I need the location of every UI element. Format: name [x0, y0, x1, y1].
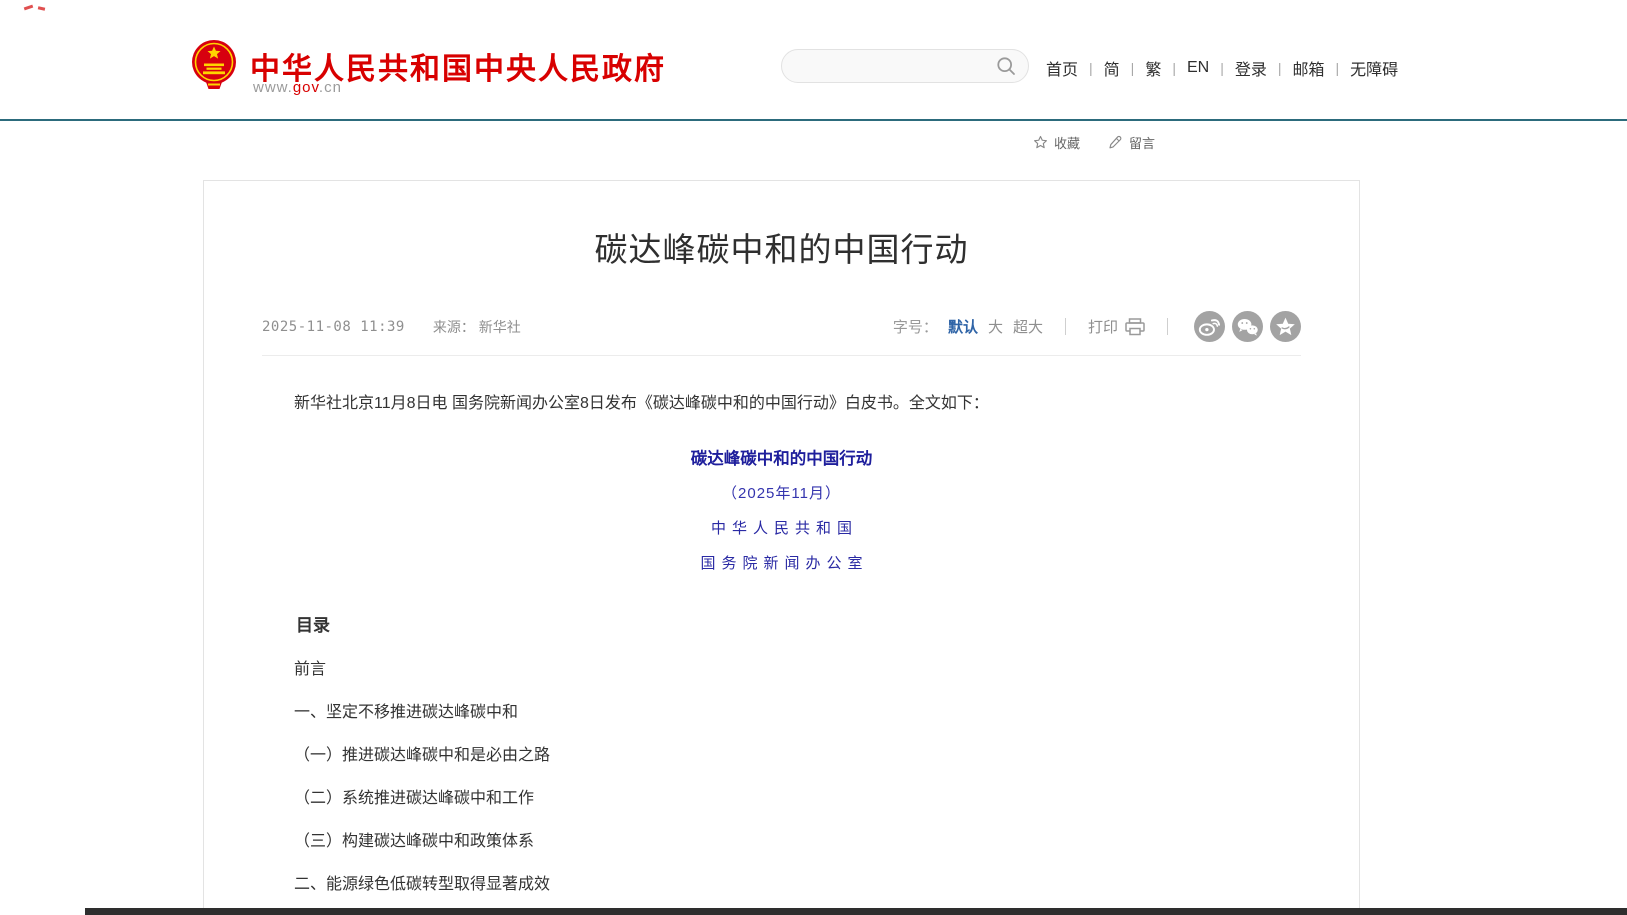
pencil-icon	[1108, 135, 1123, 150]
table-of-contents: 前言 一、坚定不移推进碳达峰碳中和 （一）推进碳达峰碳中和是必由之路 （二）系统…	[262, 660, 1301, 915]
nav-traditional-chinese[interactable]: 繁	[1145, 56, 1161, 80]
article-title: 碳达峰碳中和的中国行动	[262, 223, 1301, 271]
nav-mail[interactable]: 邮箱	[1293, 56, 1325, 80]
search-input[interactable]	[800, 58, 996, 74]
message-button[interactable]: 留言	[1108, 133, 1155, 152]
nav-separator: |	[1278, 60, 1282, 76]
article-meta-row: 2025-11-08 11:39 来源： 新华社 字号： 默认 大 超大 打印	[262, 311, 1301, 342]
nav-home[interactable]: 首页	[1046, 56, 1078, 80]
nav-separator: |	[1220, 60, 1224, 76]
print-button[interactable]: 打印	[1088, 316, 1145, 337]
toc-item: 一、坚定不移推进碳达峰碳中和	[262, 703, 1301, 722]
nav-english[interactable]: EN	[1187, 59, 1209, 77]
meta-vertical-divider	[1065, 318, 1066, 335]
search-box[interactable]	[781, 49, 1029, 83]
white-paper-org-line1: 中华人民共和国	[262, 517, 1301, 538]
font-size-default-button[interactable]: 默认	[948, 316, 978, 337]
font-size-xlarge-button[interactable]: 超大	[1013, 316, 1043, 337]
favorite-label: 收藏	[1054, 133, 1080, 152]
quick-actions: 收藏 留言	[1033, 133, 1155, 152]
site-url-suffix: .cn	[319, 79, 342, 96]
toc-item: （一）推进碳达峰碳中和是必由之路	[262, 746, 1301, 765]
intro-paragraph: 新华社北京11月8日电 国务院新闻办公室8日发布《碳达峰碳中和的中国行动》白皮书…	[262, 392, 1301, 416]
source-label: 来源：	[433, 319, 475, 335]
nav-separator: |	[1131, 60, 1135, 76]
nav-separator: |	[1172, 60, 1176, 76]
print-label: 打印	[1088, 316, 1118, 337]
article-card: 碳达峰碳中和的中国行动 2025-11-08 11:39 来源： 新华社 字号：…	[203, 180, 1360, 915]
toc-item: （三）构建碳达峰碳中和政策体系	[262, 832, 1301, 851]
national-emblem-logo[interactable]	[191, 39, 237, 91]
site-url: www.gov.cn	[253, 79, 342, 96]
toc-item: 前言	[262, 660, 1301, 679]
weibo-icon[interactable]	[1194, 311, 1225, 342]
nav-accessibility[interactable]: 无障碍	[1350, 56, 1398, 80]
nav-separator: |	[1089, 60, 1093, 76]
source-name: 新华社	[479, 319, 521, 335]
publish-date: 2025-11-08 11:39	[262, 319, 405, 335]
article-meta-left: 2025-11-08 11:39 来源： 新华社	[262, 317, 521, 337]
top-nav: 首页 | 简 | 繁 | EN | 登录 | 邮箱 | 无障碍	[1046, 55, 1398, 81]
share-icons	[1194, 311, 1301, 342]
site-url-brand: gov	[293, 79, 319, 96]
header-divider-line	[0, 119, 1627, 121]
toc-item: （二）系统推进碳达峰碳中和工作	[262, 789, 1301, 808]
wechat-icon[interactable]	[1232, 311, 1263, 342]
search-icon[interactable]	[996, 56, 1016, 76]
printer-icon	[1125, 318, 1145, 336]
bottom-footer-edge	[85, 908, 1627, 915]
white-paper-title: 碳达峰碳中和的中国行动	[262, 445, 1301, 469]
favorite-button[interactable]: 收藏	[1033, 133, 1080, 152]
toc-item: 二、能源绿色低碳转型取得显著成效	[262, 875, 1301, 894]
font-size-label: 字号：	[893, 316, 938, 337]
corner-red-mark	[24, 5, 33, 11]
site-url-prefix: www.	[253, 79, 293, 96]
meta-vertical-divider	[1167, 318, 1168, 335]
star-share-icon[interactable]	[1270, 311, 1301, 342]
site-header: 中华人民共和国中央人民政府 www.gov.cn 首页 | 简 | 繁 | EN…	[0, 0, 1627, 119]
star-outline-icon	[1033, 135, 1048, 150]
nav-separator: |	[1336, 60, 1340, 76]
nav-simplified-chinese[interactable]: 简	[1104, 56, 1120, 80]
white-paper-date: （2025年11月）	[262, 482, 1301, 503]
white-paper-org-line2: 国务院新闻办公室	[262, 552, 1301, 573]
corner-red-mark	[38, 6, 45, 10]
gov-cn-article-page: 中华人民共和国中央人民政府 www.gov.cn 首页 | 简 | 繁 | EN…	[0, 0, 1627, 915]
article-body: 新华社北京11月8日电 国务院新闻办公室8日发布《碳达峰碳中和的中国行动》白皮书…	[262, 392, 1301, 915]
article-meta-right: 字号： 默认 大 超大 打印	[893, 311, 1301, 342]
nav-login[interactable]: 登录	[1235, 56, 1267, 80]
meta-divider-line	[262, 355, 1301, 356]
toc-heading: 目录	[262, 611, 1301, 636]
message-label: 留言	[1129, 133, 1155, 152]
source: 来源： 新华社	[433, 317, 521, 337]
font-size-large-button[interactable]: 大	[988, 316, 1003, 337]
